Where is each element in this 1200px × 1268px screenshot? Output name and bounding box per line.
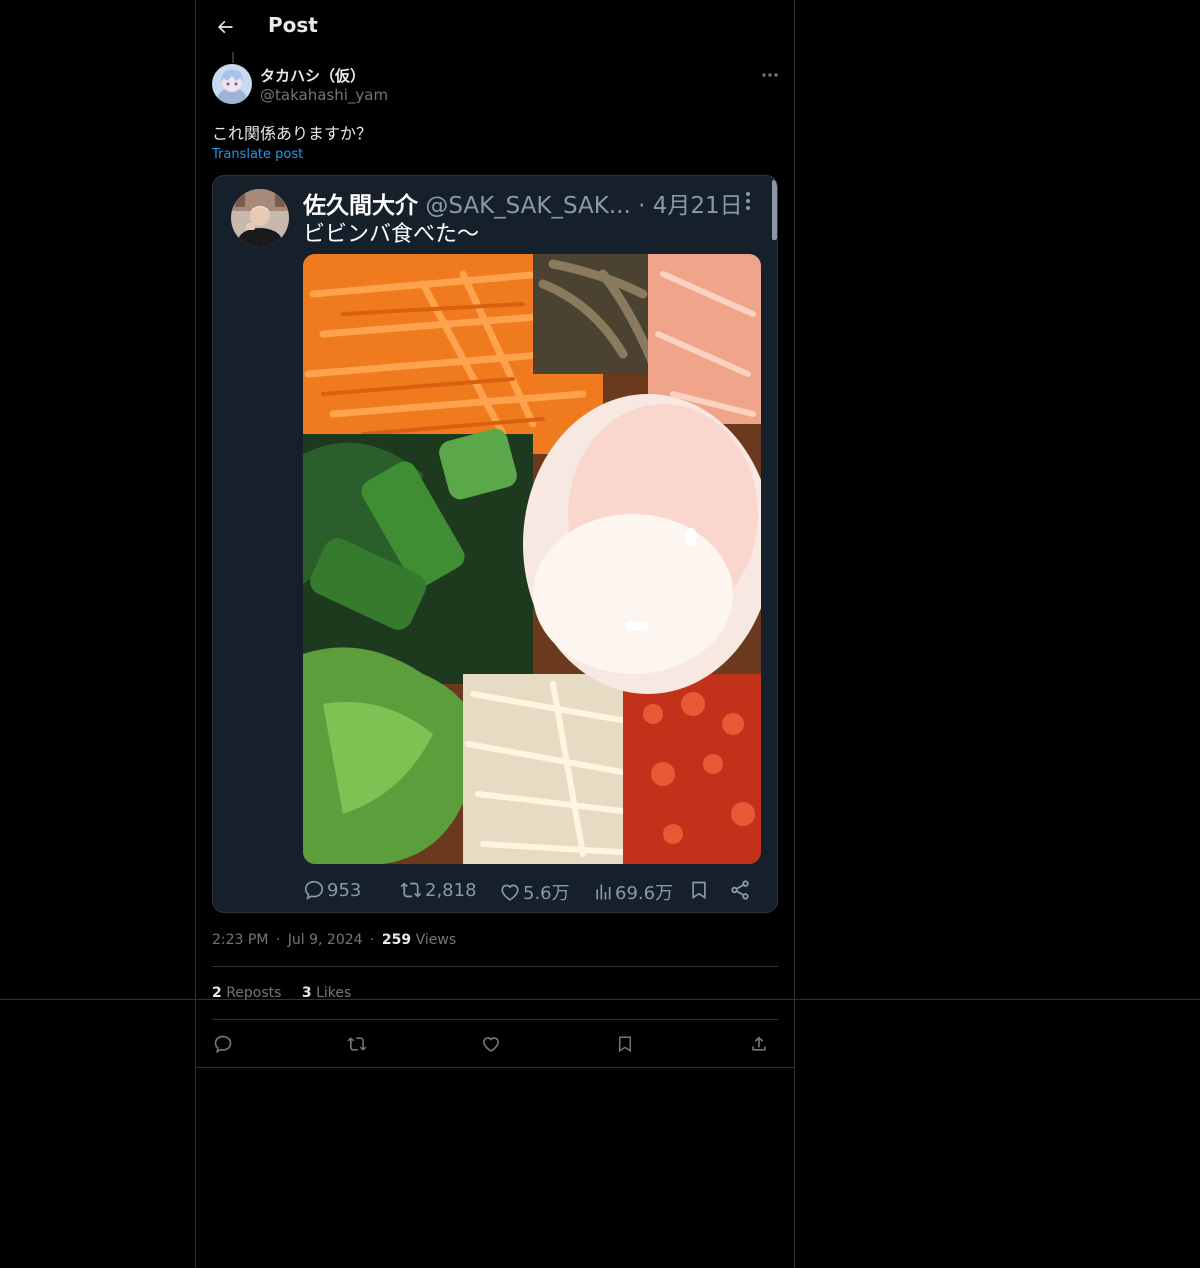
bookmark-button[interactable] <box>609 1028 641 1060</box>
embedded-text: ビビンバ食べた〜 <box>303 222 480 247</box>
embedded-reply: 953 <box>303 879 361 901</box>
embedded-reply-count: 953 <box>327 879 362 901</box>
reposts-stat[interactable]: 2 Reposts <box>212 985 281 1001</box>
header: Post <box>196 0 794 53</box>
meta-separator: · <box>275 932 281 948</box>
embedded-views-count: 69.6万 <box>615 883 674 904</box>
divider <box>196 1067 794 1068</box>
heart-icon <box>501 884 519 901</box>
reply-icon <box>304 880 324 900</box>
embedded-repost-count: 2,818 <box>425 879 477 901</box>
bibimbap-photo[interactable] <box>303 254 761 864</box>
heart-icon <box>483 1037 499 1053</box>
views-label: Views <box>415 932 457 948</box>
post-date[interactable]: Jul 9, 2024 <box>288 932 363 948</box>
meta-separator: · <box>370 932 375 948</box>
likes-label: Likes <box>316 985 352 1001</box>
bookmark-icon <box>692 881 706 900</box>
embedded-separator: · <box>638 193 646 219</box>
embedded-more-icon <box>741 190 755 212</box>
reply-icon <box>214 1035 232 1054</box>
share-upload-icon <box>752 1036 766 1051</box>
back-button[interactable] <box>208 10 242 44</box>
embedded-header: 佐久間大介 @SAK_SAK_SAK... · 4月21日 <box>303 186 743 220</box>
translate-post-link[interactable]: Translate post <box>212 147 303 162</box>
divider <box>212 966 778 967</box>
post-time[interactable]: 2:23 PM <box>212 932 268 948</box>
bookmark-icon <box>619 1036 631 1053</box>
post-actions <box>212 1028 778 1060</box>
author-display-name[interactable]: タカハシ（仮） <box>260 65 365 86</box>
embedded-repost: 2,818 <box>399 879 477 901</box>
post-text: これ関係ありますか？ <box>212 124 373 143</box>
embedded-like: 5.6万 <box>499 879 570 905</box>
embedded-views: 69.6万 <box>593 879 673 905</box>
more-options-button[interactable] <box>756 64 784 86</box>
repost-button[interactable] <box>341 1028 373 1060</box>
repost-icon <box>400 882 422 898</box>
main-column: Post タカハシ（仮） @takahashi_yam これ関係ありますか？ T… <box>195 0 795 1268</box>
views-count: 259 <box>381 932 412 948</box>
thread-line <box>232 52 234 63</box>
embedded-scrollbar <box>772 180 777 240</box>
embedded-screenshot[interactable]: 佐久間大介 @SAK_SAK_SAK... · 4月21日 ビビンバ食べた〜 9… <box>212 175 778 913</box>
post-stats: 2 Reposts 3 Likes <box>212 985 367 1001</box>
embedded-share <box>729 879 751 901</box>
share-nodes-icon <box>731 880 749 900</box>
divider <box>212 1019 778 1020</box>
like-button[interactable] <box>475 1028 507 1060</box>
likes-count: 3 <box>301 985 312 1001</box>
repost-icon <box>347 1037 367 1051</box>
author-handle[interactable]: @takahashi_yam <box>260 86 388 104</box>
reposts-count: 2 <box>212 985 222 1001</box>
embedded-avatar <box>231 189 289 247</box>
embedded-date: 4月21日 <box>652 193 743 219</box>
embedded-like-count: 5.6万 <box>523 883 570 904</box>
embedded-actions: 953 2,818 5.6万 69.6万 <box>303 879 763 905</box>
page-title: Post <box>268 13 318 37</box>
likes-stat[interactable]: 3 Likes <box>302 985 351 1001</box>
post-meta: 2:23 PM · Jul 9, 2024 · 259 Views <box>212 932 456 948</box>
more-horizontal-icon <box>762 73 778 77</box>
share-button[interactable] <box>743 1028 775 1060</box>
views-icon <box>596 884 611 900</box>
author-avatar[interactable] <box>212 64 252 104</box>
reply-button[interactable] <box>207 1028 239 1060</box>
embedded-bookmark <box>689 879 709 901</box>
reposts-label: Reposts <box>226 985 282 1001</box>
arrow-left-icon <box>218 20 233 34</box>
